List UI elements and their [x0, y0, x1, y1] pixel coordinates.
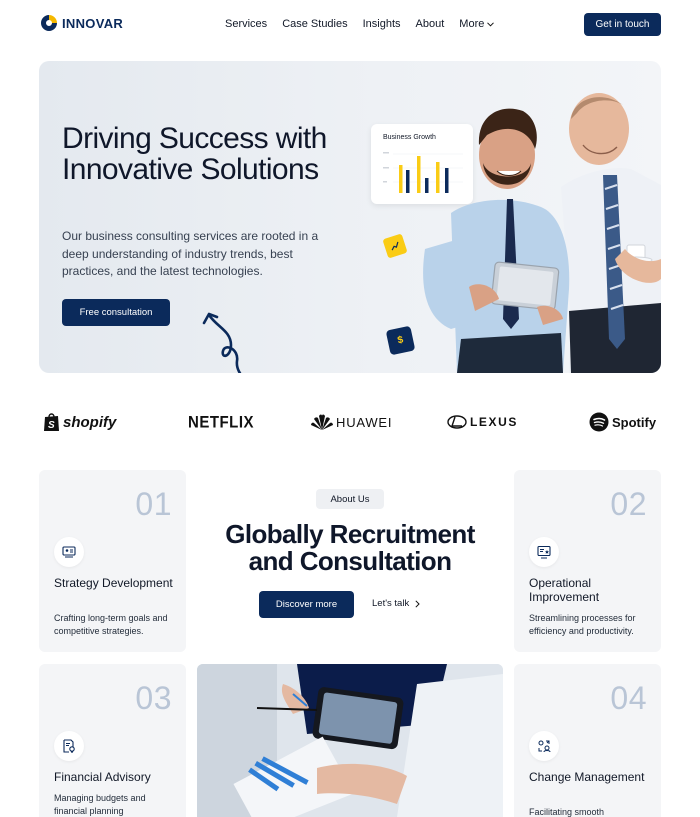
meeting-photo	[197, 664, 503, 817]
lets-talk-label: Let's talk	[372, 598, 410, 609]
logo-text: INNOVAR	[62, 15, 124, 31]
curly-arrow-icon	[202, 312, 242, 373]
card-number: 01	[135, 486, 172, 522]
lexus-logo: LEXUS	[447, 405, 518, 439]
card-title: Operational Improvement	[529, 576, 600, 604]
meeting-photo-illustration	[197, 664, 503, 817]
nav-item-more[interactable]: More	[459, 18, 495, 30]
svg-text:S: S	[48, 420, 55, 431]
chevron-right-icon	[415, 599, 420, 608]
spotify-wordmark: Spotify	[612, 414, 657, 430]
hero-subtitle: Our business consulting services are roo…	[62, 229, 319, 278]
huawei-logo: HUAWEI	[311, 405, 392, 439]
card-number: 03	[135, 680, 172, 716]
card-number: 04	[610, 680, 647, 716]
spotify-logo: Spotify	[589, 405, 656, 439]
nav-links: Services Case Studies Insights About Mor…	[225, 18, 495, 30]
hero-photo-businessmen	[423, 93, 661, 373]
card-description: Managing budgets and financial planning	[54, 793, 146, 816]
chart-badge-icon	[382, 233, 408, 259]
board-star-icon	[529, 537, 559, 567]
chevron-down-icon	[487, 21, 495, 27]
lets-talk-link[interactable]: Let's talk	[372, 598, 420, 609]
netflix-logo: NETFLIX	[188, 403, 254, 440]
service-card-operational[interactable]: 02 Operational Improvement Streamlining …	[514, 470, 661, 652]
nav-item-case-studies[interactable]: Case Studies	[282, 18, 347, 30]
about-title: Globally Recruitment and Consultation	[225, 519, 475, 576]
netflix-wordmark: NETFLIX	[188, 412, 254, 432]
card-title: Change Management	[529, 770, 645, 784]
top-nav: INNOVAR Services Case Studies Insights A…	[0, 0, 700, 50]
partner-logos: S shopify NETFLIX HUAWEI LEXUS Spotify	[40, 405, 662, 439]
lexus-wordmark: LEXUS	[470, 415, 519, 429]
card-description: Streamlining processes for efficiency an…	[529, 613, 636, 636]
logo[interactable]: INNOVAR	[40, 14, 123, 32]
nav-more-label: More	[459, 18, 485, 30]
people-exchange-icon	[529, 731, 559, 761]
nav-item-insights[interactable]: Insights	[363, 18, 401, 30]
card-title: Strategy Development	[54, 576, 173, 590]
discover-more-button[interactable]: Discover more	[259, 591, 354, 618]
shopify-bag-icon: S	[44, 413, 59, 431]
huawei-flower-icon	[311, 414, 333, 430]
nav-item-about[interactable]: About	[416, 18, 445, 30]
hero-title: Driving Success with Innovative Solution…	[62, 122, 327, 186]
spotify-circle-icon	[589, 412, 609, 432]
document-badge-icon	[54, 731, 84, 761]
presentation-icon	[54, 537, 84, 567]
nav-item-services[interactable]: Services	[225, 18, 267, 30]
logo-icon	[40, 14, 58, 32]
hero-section: Driving Success with Innovative Solution…	[39, 61, 661, 373]
card-title: Financial Advisory	[54, 770, 151, 784]
free-consultation-button[interactable]: Free consultation	[62, 299, 170, 326]
card-description: Facilitating smooth	[529, 807, 605, 817]
service-card-financial[interactable]: 03 Financial Advisory Managing budgets a…	[39, 664, 186, 817]
card-number: 02	[610, 486, 647, 522]
about-us-pill: About Us	[316, 489, 384, 509]
huawei-wordmark: HUAWEI	[336, 414, 393, 430]
service-card-change[interactable]: 04 Change Management Facilitating smooth	[514, 664, 661, 817]
shopify-wordmark: shopify	[63, 413, 117, 431]
service-card-strategy[interactable]: 01 Strategy Development Crafting long-te…	[39, 470, 186, 652]
shopify-logo: S shopify	[43, 405, 116, 439]
get-in-touch-button[interactable]: Get in touch	[584, 13, 661, 36]
card-description: Crafting long-term goals and competitive…	[54, 613, 168, 636]
lexus-emblem-icon	[447, 415, 467, 429]
